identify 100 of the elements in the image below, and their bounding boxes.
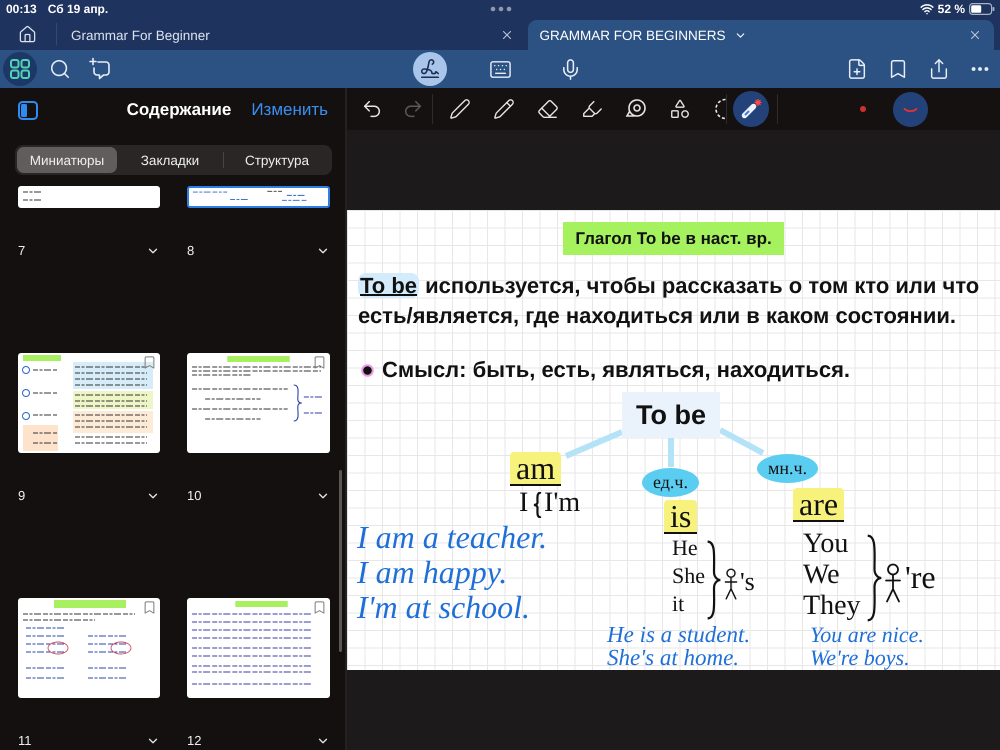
bookmark-icon[interactable] [312, 600, 327, 615]
tool-button[interactable] [537, 98, 559, 120]
eraser-icon [537, 98, 559, 120]
sidebar-title: Содержание [126, 100, 232, 120]
example-sentence: I am a teacher. [357, 520, 548, 555]
pen-signature-icon [419, 58, 441, 80]
page-thumbnail[interactable] [18, 598, 160, 698]
pronoun-text: I [519, 488, 528, 518]
intro-paragraph: To be используется, чтобы рассказать о том кто или что есть/является, где находиться или в каком состоянии. [357, 272, 980, 330]
pen-mode-button[interactable] [413, 52, 447, 86]
search-button[interactable] [49, 58, 71, 80]
segment-tab[interactable]: Миниатюры [17, 147, 117, 173]
edit-link[interactable]: Изменить [251, 100, 328, 120]
pronoun-text: You [803, 528, 850, 559]
example-sentence: I am happy. [357, 555, 508, 590]
multitasking-dots-icon[interactable] [490, 6, 512, 12]
color-swatch-icon[interactable] [860, 106, 866, 112]
bullet-text: Смысл: быть, есть, являться, находиться. [382, 356, 850, 384]
grid-icon [9, 58, 31, 80]
brace-icon [706, 540, 722, 620]
bookmark-icon[interactable] [312, 355, 327, 370]
verb-label: am [510, 452, 562, 486]
brace-icon [294, 384, 302, 422]
page-thumbnail[interactable] [18, 186, 160, 208]
segment-tab[interactable]: Структура [224, 147, 330, 173]
pen-icon [449, 98, 471, 120]
example-sentence: I'm at school. [357, 590, 532, 625]
page-number: 7 [18, 244, 26, 258]
highlighter-icon [581, 98, 603, 120]
circle-mark-icon [22, 366, 30, 374]
number-tag: мн.ч. [757, 454, 818, 483]
page-number: 10 [187, 489, 202, 503]
page-thumbnail[interactable] [18, 353, 160, 453]
title-highlight [235, 601, 288, 607]
title-highlight [227, 356, 290, 362]
page-thumbnail[interactable] [187, 186, 330, 208]
sparkle-chat-icon [88, 57, 112, 81]
laser-pointer-icon [739, 97, 763, 121]
close-icon[interactable] [968, 28, 982, 42]
stroke-style-icon[interactable] [893, 92, 928, 126]
battery-icon [969, 3, 995, 15]
example-sentence: We're boys. [810, 646, 911, 669]
pronoun-text: He [672, 534, 699, 562]
contraction-text: I'm [544, 487, 580, 518]
example-sentence: He is a student. [607, 623, 750, 646]
root-node: To be [622, 392, 720, 438]
contraction-text: 're [905, 559, 936, 595]
tool-button[interactable] [733, 91, 769, 127]
example-sentence: She's at home. [607, 646, 740, 669]
pronoun-text: She [672, 562, 705, 590]
tool-button[interactable] [493, 98, 515, 120]
document-tab[interactable]: GRAMMAR FOR BEGINNERS [528, 20, 994, 50]
lasso-icon [714, 98, 726, 120]
page-thumbnail[interactable] [187, 353, 330, 453]
verb-label: are [793, 488, 844, 522]
wifi-icon [920, 2, 934, 16]
status-date: Сб 19 апр. [48, 2, 108, 16]
connector-line [718, 427, 764, 456]
home-icon[interactable] [18, 24, 36, 44]
page-number: 11 [18, 734, 32, 748]
battery-percentage: 52 % [938, 2, 965, 16]
bullet-dot-icon [361, 364, 374, 376]
document-tab[interactable]: Grammar For Beginner [59, 20, 526, 50]
verb-label: is [664, 500, 698, 534]
oval-mark-icon [110, 642, 132, 654]
page-thumbnail[interactable] [187, 598, 330, 698]
contraction-text: 's [740, 567, 755, 596]
tool-button[interactable] [581, 98, 603, 120]
undo-icon[interactable] [361, 98, 383, 120]
connector-line [564, 429, 624, 459]
pencil-icon [493, 98, 515, 120]
bookmark-icon[interactable] [142, 355, 157, 370]
tool-button[interactable] [449, 98, 471, 120]
bookmark-icon[interactable] [142, 600, 157, 615]
segment-tab[interactable]: Закладки [117, 147, 223, 173]
title-highlight [23, 355, 61, 361]
brace-icon [866, 534, 883, 622]
grid-view-button[interactable] [3, 52, 37, 86]
sidebar-icon[interactable] [18, 100, 38, 120]
highlight-block [23, 425, 58, 451]
pronoun-text: it [672, 590, 686, 618]
shapes-icon [669, 98, 691, 120]
tool-button[interactable] [669, 98, 691, 120]
circle-mark-icon [22, 389, 30, 397]
page-number: 9 [18, 489, 26, 503]
circle-mark-icon [22, 412, 30, 420]
oval-mark-icon [48, 642, 68, 654]
connector-line [668, 438, 674, 467]
status-time: 00:13 [6, 2, 37, 16]
pronoun-text: They [803, 590, 861, 621]
page-number: 12 [187, 734, 202, 748]
page-number: 8 [187, 244, 194, 258]
example-sentence: You are nice. [810, 623, 924, 646]
ai-chat-button[interactable] [88, 57, 112, 81]
title-highlight [54, 600, 126, 608]
stick-figure-icon [723, 566, 739, 602]
tool-button[interactable] [714, 98, 726, 120]
stick-figure-icon [883, 562, 903, 604]
note-title: Глагол To be в наст. вр. [563, 222, 784, 255]
pronoun-text: We [803, 559, 841, 590]
